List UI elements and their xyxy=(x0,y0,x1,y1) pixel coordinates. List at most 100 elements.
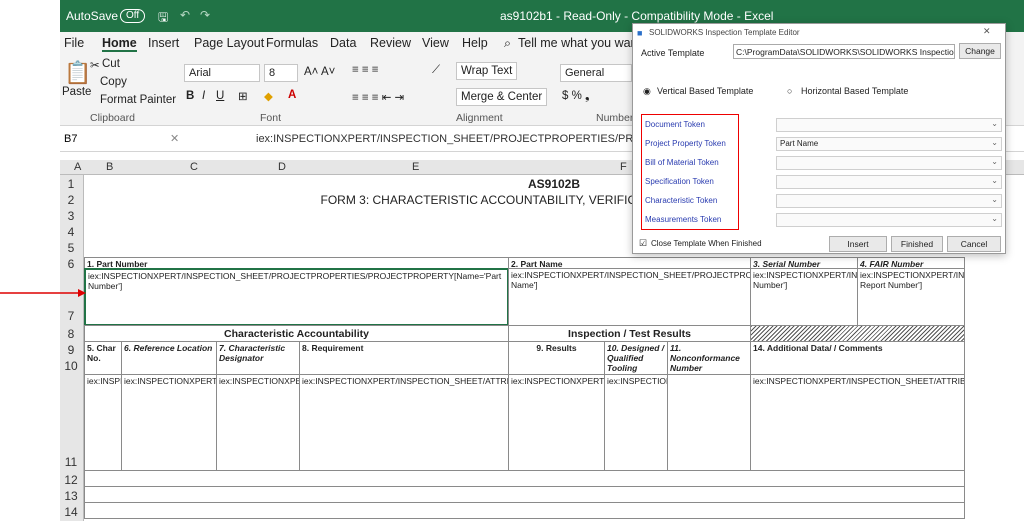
currency-icon[interactable]: $ % ❟ xyxy=(562,90,590,103)
change-button[interactable]: Change xyxy=(959,43,1001,59)
undo-icon[interactable]: ↶ xyxy=(180,8,190,22)
font-name-select[interactable]: Arial xyxy=(184,64,260,82)
close-template-checkbox[interactable]: ☑ xyxy=(639,238,647,249)
col-f[interactable]: F xyxy=(620,161,627,173)
merge-center-button[interactable]: Merge & Center xyxy=(456,88,548,106)
row-10[interactable]: 10 xyxy=(60,359,82,373)
name-box[interactable]: B7 xyxy=(64,133,77,145)
col-d[interactable]: D xyxy=(278,161,286,173)
close-template-label: Close Template When Finished xyxy=(651,239,762,248)
requirement-cell[interactable]: iex:INSPECTIONXPERT/INSPECTION_SHEET/ATT… xyxy=(299,374,509,471)
redo-icon[interactable]: ↷ xyxy=(200,8,210,22)
row-6[interactable]: 6 xyxy=(60,257,82,271)
tab-page-layout[interactable]: Page Layout xyxy=(194,36,264,50)
row-12[interactable]: 12 xyxy=(60,473,82,487)
char-accountability-header[interactable]: Characteristic Accountability xyxy=(84,325,509,342)
cancel-icon[interactable]: ✕ xyxy=(170,132,179,145)
row-3[interactable]: 3 xyxy=(60,209,82,223)
project-property-token-select[interactable]: Part Name ⌄ xyxy=(776,137,1002,151)
row-9[interactable]: 9 xyxy=(60,343,82,357)
comments-header[interactable]: 14. Additional Data/ / Comments xyxy=(750,341,965,375)
tab-formulas[interactable]: Formulas xyxy=(266,36,318,50)
reference-location-cell[interactable]: iex:INSPECTIONXPERT/INSPECTION_SHEET/ATT… xyxy=(121,374,217,471)
inspection-results-header[interactable]: Inspection / Test Results xyxy=(508,325,751,342)
part-name-cell[interactable]: iex:INSPECTIONXPERT/INSPECTION_SHEET/PRO… xyxy=(508,268,751,326)
nonconformance-cell[interactable] xyxy=(667,374,751,471)
row-11[interactable]: 11 xyxy=(60,455,82,469)
tab-file[interactable]: File xyxy=(64,36,84,50)
requirement-header[interactable]: 8. Requirement xyxy=(299,341,509,375)
tab-view[interactable]: View xyxy=(422,36,449,50)
row-7[interactable]: 7 xyxy=(60,309,82,323)
empty-row-14[interactable] xyxy=(84,502,965,519)
row-1[interactable]: 1 xyxy=(60,177,82,191)
align-top-icon[interactable]: ≡ ≡ ≡ xyxy=(352,64,379,76)
empty-row-12[interactable] xyxy=(84,470,965,487)
underline-icon[interactable]: U xyxy=(216,90,224,102)
part-number-cell[interactable]: iex:INSPECTIONXPERT/INSPECTION_SHEET/PRO… xyxy=(84,268,509,326)
document-token-select[interactable]: ⌄ xyxy=(776,118,1002,132)
tooling-header[interactable]: 10. Designed / Qualified Tooling xyxy=(604,341,668,375)
tab-help[interactable]: Help xyxy=(462,36,488,50)
tooling-cell[interactable]: iex:INSPECTIONXPERT/INSPECTION_SHEET/ATT… xyxy=(604,374,668,471)
fai-number-cell[interactable]: iex:INSPECTIONXPERT/INSPECTION_SHEET/PRO… xyxy=(857,268,965,326)
row-5[interactable]: 5 xyxy=(60,241,82,255)
italic-icon[interactable]: I xyxy=(202,90,205,102)
cut-icon[interactable]: ✂ xyxy=(90,58,100,72)
measurements-token-select[interactable]: ⌄ xyxy=(776,213,1002,227)
results-header[interactable]: 9. Results xyxy=(508,341,605,375)
char-no-header[interactable]: 5. Char No. xyxy=(84,341,122,375)
finished-button[interactable]: Finished xyxy=(891,236,943,252)
save-icon[interactable]: 🖫 xyxy=(158,8,168,29)
paste-button[interactable]: Paste xyxy=(62,86,91,98)
col-e[interactable]: E xyxy=(412,161,419,173)
vertical-radio[interactable]: ◉ xyxy=(643,86,651,97)
search-icon[interactable]: ⌕ xyxy=(504,36,511,51)
row-14[interactable]: 14 xyxy=(60,505,82,519)
paste-icon[interactable]: 📋 xyxy=(64,60,91,86)
bold-icon[interactable]: B xyxy=(186,90,194,102)
designator-header[interactable]: 7. Characteristic Designator xyxy=(216,341,300,375)
col-c[interactable]: C xyxy=(190,161,198,173)
border-icon[interactable]: ⊞ xyxy=(238,89,248,103)
orientation-icon[interactable]: ⟋ xyxy=(432,64,440,77)
specification-token-select[interactable]: ⌄ xyxy=(776,175,1002,189)
reference-location-header[interactable]: 6. Reference Location xyxy=(121,341,217,375)
row-8[interactable]: 8 xyxy=(60,327,82,341)
close-icon[interactable]: ✕ xyxy=(983,26,991,37)
font-size-select[interactable]: 8 xyxy=(264,64,298,82)
empty-row-13[interactable] xyxy=(84,486,965,503)
tab-insert[interactable]: Insert xyxy=(148,36,179,50)
serial-number-cell[interactable]: iex:INSPECTIONXPERT/INSPECTION_SHEET/PRO… xyxy=(750,268,858,326)
results-cell[interactable]: iex:INSPECTIONXPERT/INSPECTION_SHEET/ATT… xyxy=(508,374,605,471)
tell-me-search[interactable]: Tell me what you want xyxy=(518,36,641,50)
font-color-icon[interactable]: A xyxy=(288,89,296,101)
designator-cell[interactable]: iex:INSPECTIONXPERT/INSPECTION_SHEET/ATT… xyxy=(216,374,300,471)
copy-button[interactable]: Copy xyxy=(100,76,127,88)
comments-cell[interactable]: iex:INSPECTIONXPERT/INSPECTION_SHEET/ATT… xyxy=(750,374,965,471)
characteristic-token-select[interactable]: ⌄ xyxy=(776,194,1002,208)
cancel-button[interactable]: Cancel xyxy=(947,236,1001,252)
number-format-select[interactable]: General xyxy=(560,64,632,82)
nonconformance-header[interactable]: 11. Nonconformance Number xyxy=(667,341,751,375)
tab-home[interactable]: Home xyxy=(102,36,137,52)
char-no-cell[interactable]: iex:INSPECTIONXPERT/INSPECTION_SHEET/ATT… xyxy=(84,374,122,471)
row-13[interactable]: 13 xyxy=(60,489,82,503)
insert-button[interactable]: Insert xyxy=(829,236,887,252)
active-template-input[interactable]: C:\ProgramData\SOLIDWORKS\SOLIDWORKS Ins… xyxy=(733,44,955,59)
wrap-text-button[interactable]: Wrap Text xyxy=(456,62,518,80)
autosave-toggle[interactable]: Off xyxy=(120,9,146,23)
bom-token-select[interactable]: ⌄ xyxy=(776,156,1002,170)
tab-data[interactable]: Data xyxy=(330,36,356,50)
format-painter-button[interactable]: Format Painter xyxy=(100,94,176,106)
fill-color-icon[interactable]: ◆ xyxy=(264,89,273,103)
horizontal-radio[interactable]: ○ xyxy=(787,86,792,96)
cut-button[interactable]: Cut xyxy=(102,58,120,70)
col-b[interactable]: B xyxy=(106,161,113,173)
grow-font-icon[interactable]: A˄ A˅ xyxy=(304,66,335,78)
tab-review[interactable]: Review xyxy=(370,36,411,50)
red-arrow-annotation xyxy=(0,289,86,297)
align-left-icon[interactable]: ≡ ≡ ≡ ⇤ ⇥ xyxy=(352,90,404,104)
col-a[interactable]: A xyxy=(74,161,81,173)
row-4[interactable]: 4 xyxy=(60,225,82,239)
